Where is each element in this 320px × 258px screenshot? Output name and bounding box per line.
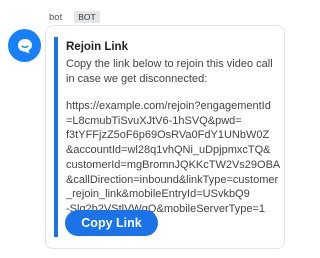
bot-badge: BOT [74, 11, 100, 23]
chat-message: bot BOT Rejoin Link Copy the link below … [0, 0, 293, 258]
link-line: https://example.com/rejoin?engagementId [66, 100, 271, 112]
bot-avatar [8, 29, 41, 62]
card-description: Copy the link below to rejoin this video… [66, 57, 273, 86]
sender-name: bot [49, 11, 63, 23]
description-line: Copy the link below to rejoin this video… [66, 58, 273, 70]
link-line: _rejoin_link&mobileEntryId=USvkbQ9 [66, 188, 250, 201]
link-line: =L8cmubTiSvuXJtV6-1hSVQ&pwd= [66, 114, 242, 127]
copy-link-button[interactable]: Copy Link [65, 210, 158, 236]
link-line: f3tYFFjzZ5oF6p69OsRVa0FdY1UNbW0Z [66, 129, 270, 142]
card-accent-bar [54, 37, 58, 237]
link-line: &callDirection=inbound&linkType=customer [66, 173, 279, 186]
sender-row: bot BOT [49, 11, 100, 23]
rejoin-link-url: https://example.com/rejoin?engagementId … [66, 99, 280, 217]
chat-bubble-icon [17, 38, 32, 53]
link-line: customerId=mgBromnJQKKcTW2Vs29OBA [66, 158, 281, 171]
rejoin-link-card: Rejoin Link Copy the link below to rejoi… [45, 25, 285, 249]
link-line: &accountId=wl28q1vhQNi_uDpjpmxcTQ& [66, 144, 271, 157]
description-line: in case we get disconnected: [66, 72, 208, 85]
card-title: Rejoin Link [66, 41, 128, 53]
